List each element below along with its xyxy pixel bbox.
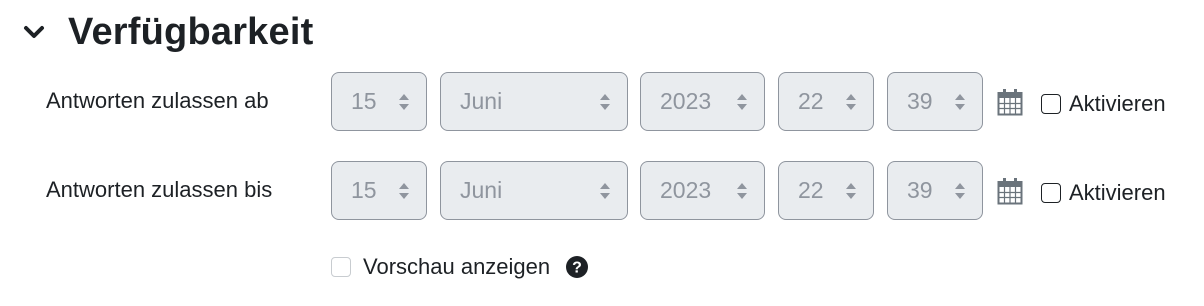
svg-text:?: ? <box>572 260 582 277</box>
sort-arrows-icon <box>846 94 856 110</box>
question-circle-icon[interactable]: ? <box>566 256 589 278</box>
sort-arrows-icon <box>737 183 747 199</box>
month-value: Juni <box>460 177 503 203</box>
enable-checkbox-group: Aktivieren <box>1041 180 1166 206</box>
preview-row: Vorschau anzeigen ? <box>331 254 589 280</box>
sort-arrows-icon <box>955 183 965 199</box>
year-value: 2023 <box>660 177 712 203</box>
hour-value: 22 <box>798 88 824 114</box>
preview-checkbox[interactable] <box>331 257 351 277</box>
calendar-icon[interactable] <box>997 177 1023 205</box>
hour-value: 22 <box>798 177 824 203</box>
hour-select[interactable]: 22 <box>778 161 874 220</box>
sort-arrows-icon <box>737 94 747 110</box>
minute-select[interactable]: 39 <box>887 161 983 220</box>
preview-label: Vorschau anzeigen <box>363 254 551 279</box>
sort-arrows-icon <box>600 183 610 199</box>
month-select[interactable]: Juni <box>440 72 628 131</box>
chevron-down-icon[interactable] <box>18 16 50 48</box>
month-select[interactable]: Juni <box>440 161 628 220</box>
form-row-allow-until: Antworten zulassen bis 15 Juni 2023 22 3… <box>0 161 1204 221</box>
hour-select[interactable]: 22 <box>778 72 874 131</box>
day-select[interactable]: 15 <box>331 161 427 220</box>
row-label: Antworten zulassen ab <box>46 88 269 113</box>
sort-arrows-icon <box>846 183 856 199</box>
enable-label[interactable]: Aktivieren <box>1069 180 1166 206</box>
day-value: 15 <box>351 177 377 203</box>
enable-checkbox-group: Aktivieren <box>1041 91 1166 117</box>
enable-checkbox[interactable] <box>1041 94 1061 114</box>
year-value: 2023 <box>660 88 712 114</box>
minute-value: 39 <box>907 177 933 203</box>
enable-checkbox[interactable] <box>1041 183 1061 203</box>
year-select[interactable]: 2023 <box>640 161 765 220</box>
sort-arrows-icon <box>955 94 965 110</box>
day-value: 15 <box>351 88 377 114</box>
sort-arrows-icon <box>399 94 409 110</box>
month-value: Juni <box>460 88 503 114</box>
enable-label[interactable]: Aktivieren <box>1069 91 1166 117</box>
form-row-allow-from: Antworten zulassen ab 15 Juni 2023 22 39 <box>0 72 1204 132</box>
row-label: Antworten zulassen bis <box>46 177 273 202</box>
calendar-icon[interactable] <box>997 88 1023 116</box>
sort-arrows-icon <box>600 94 610 110</box>
section-header: Verfügbarkeit <box>18 6 313 58</box>
minute-select[interactable]: 39 <box>887 72 983 131</box>
day-select[interactable]: 15 <box>331 72 427 131</box>
minute-value: 39 <box>907 88 933 114</box>
sort-arrows-icon <box>399 183 409 199</box>
section-title[interactable]: Verfügbarkeit <box>68 11 313 54</box>
year-select[interactable]: 2023 <box>640 72 765 131</box>
